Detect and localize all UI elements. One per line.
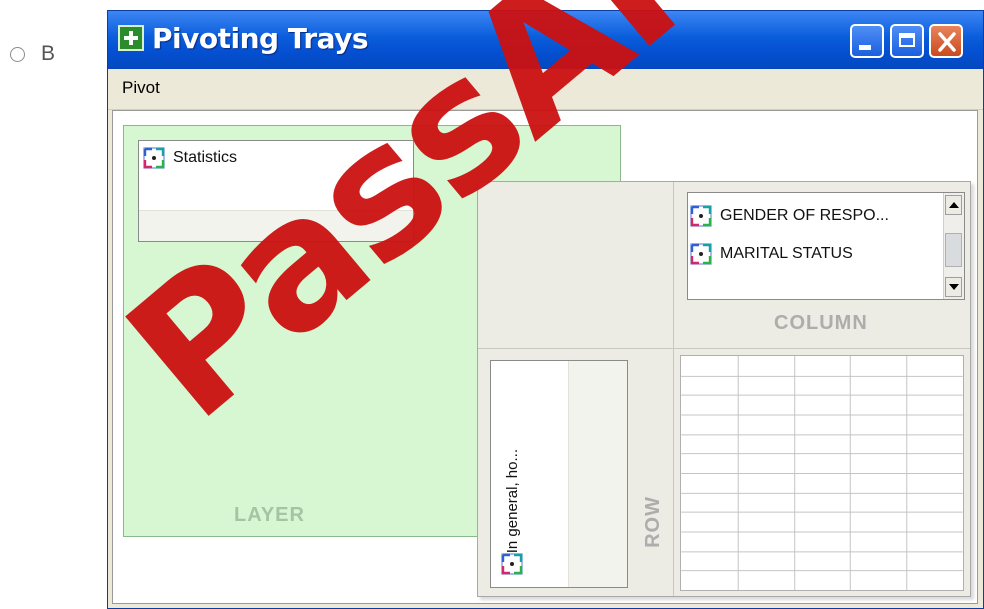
layer-item-label: Statistics <box>173 149 238 166</box>
pivot-variable-icon <box>690 243 712 265</box>
scroll-up-arrow-icon[interactable] <box>945 195 962 215</box>
row-label: ROW <box>638 472 668 572</box>
trays-area: Statistics LAYER GENDER OF RESPO... MARI… <box>112 110 978 604</box>
close-icon <box>938 32 956 52</box>
close-button[interactable] <box>929 24 963 58</box>
column-tray[interactable]: GENDER OF RESPO... MARITAL STATUS <box>687 192 965 300</box>
scroll-thumb[interactable] <box>945 233 962 267</box>
menu-bar: Pivot <box>108 69 983 110</box>
minimize-button[interactable] <box>850 24 884 58</box>
pivot-variable-icon <box>501 553 523 575</box>
column-item-gender[interactable]: GENDER OF RESPO... <box>690 205 889 227</box>
layer-item-statistics[interactable]: Statistics <box>143 147 237 169</box>
window-title: Pivoting Trays <box>152 22 369 55</box>
panel-divider-vertical <box>673 182 674 596</box>
row-label-text: ROW <box>641 496 664 548</box>
title-bar[interactable]: Pivoting Trays <box>108 11 983 69</box>
app-icon <box>118 25 144 51</box>
layer-label: LAYER <box>234 504 305 526</box>
option-b[interactable]: B <box>10 42 55 66</box>
option-b-label: B <box>41 42 56 65</box>
column-scrollbar[interactable] <box>943 193 964 299</box>
panel-divider-horizontal <box>478 348 970 349</box>
row-item-in-general[interactable]: In general, ho... <box>501 441 523 575</box>
row-item-label: In general, ho... <box>503 448 521 553</box>
option-b-radio[interactable] <box>10 46 25 62</box>
pivot-panel: GENDER OF RESPO... MARITAL STATUS COLUMN… <box>477 181 971 597</box>
maximize-button[interactable] <box>890 24 924 58</box>
pivot-variable-icon <box>690 205 712 227</box>
pivot-grid <box>680 355 964 591</box>
column-item-marital-status[interactable]: MARITAL STATUS <box>690 243 853 265</box>
column-item-label: GENDER OF RESPO... <box>720 207 889 224</box>
column-label: COLUMN <box>774 312 868 334</box>
menu-pivot[interactable]: Pivot <box>122 78 160 98</box>
pivoting-trays-window: Pivoting Trays Pivot Statistics LAYER GE… <box>107 10 984 609</box>
pivot-variable-icon <box>143 147 165 169</box>
row-tray[interactable]: In general, ho... <box>490 360 628 588</box>
layer-list[interactable]: Statistics <box>138 140 414 242</box>
scroll-down-arrow-icon[interactable] <box>945 277 962 297</box>
column-item-label: MARITAL STATUS <box>720 245 853 262</box>
